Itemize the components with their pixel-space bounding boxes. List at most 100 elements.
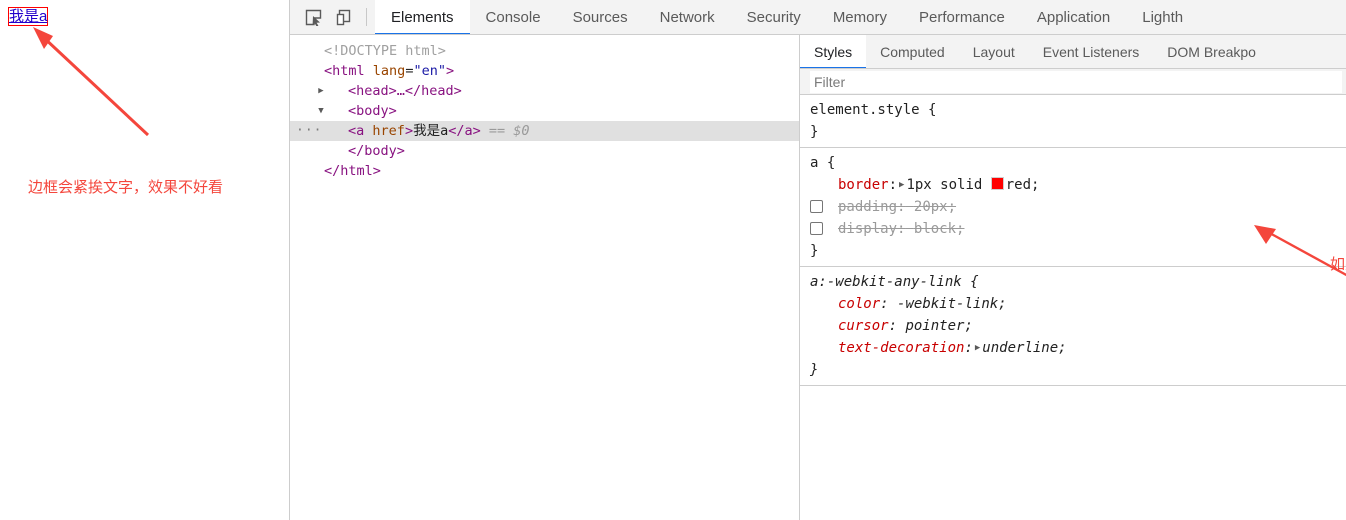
tab-lighthouse[interactable]: Lighth [1126,0,1199,34]
declaration-color[interactable]: color: -webkit-link; [800,293,1346,315]
css-rule-webkit-any-link: a:-webkit-any-link { color: -webkit-link… [800,267,1346,386]
tab-sources[interactable]: Sources [557,0,644,34]
styles-filter-bar [800,69,1346,95]
tab-memory[interactable]: Memory [817,0,903,34]
dom-row-html-open[interactable]: <html lang="en"> [290,61,799,81]
text-decoration-prop-name: text-decoration [838,340,965,356]
annotation-arrow-page [33,27,150,137]
more-options-icon[interactable]: ··· [296,124,321,137]
body-open-text: <body> [348,103,397,119]
a-attr-href: href [372,123,405,139]
html-tag-name: html [332,63,365,79]
padding-enable-checkbox[interactable] [810,200,823,213]
dom-row-head[interactable]: ▶ <head>…</head> [290,81,799,101]
html-open-lt: < [324,63,333,79]
rendered-page-pane: 我是a 边框会紧挨文字，效果不好看 [0,0,290,520]
cursor-value: pointer; [905,318,973,334]
declaration-padding[interactable]: padding: 20px; [800,196,1346,218]
toolbar-icon-group [290,0,375,34]
tab-security[interactable]: Security [731,0,817,34]
tab-layout[interactable]: Layout [959,35,1029,68]
html-open-gt: > [445,63,455,79]
chevron-right-icon[interactable]: ▶ [316,81,326,101]
declaration-cursor[interactable]: cursor: pointer; [800,315,1346,337]
color-swatch-red[interactable] [990,177,1004,190]
chevron-down-icon[interactable]: ▼ [316,101,326,121]
css-rule-a: a { border: ▶ 1px solid red; padding: 20px… [800,148,1346,267]
a-close-tag: </a> [448,123,481,139]
element-style-close-brace: } [810,124,819,140]
tab-application-label: Application [1036,8,1111,26]
dom-row-body-close[interactable]: </body> [290,141,799,161]
styles-annotation-text: 如果不设置padding [1330,256,1346,273]
text-decoration-colon: : [964,340,973,356]
device-toolbar-icon[interactable] [328,9,358,26]
tab-performance[interactable]: Performance [903,0,1021,34]
cursor-colon: : [888,318,898,334]
tab-dom-breakpoints-label: DOM Breakpo [1167,43,1256,60]
rule-close-line: } [800,240,1346,262]
tab-elements[interactable]: Elements [375,0,470,34]
a-dollar-ref: == $0 [488,123,530,139]
styles-filter-input[interactable] [810,70,1342,93]
screenshot-root: 我是a 边框会紧挨文字，效果不好看 Elements Console Sourc… [0,0,1346,520]
padding-value: 20px; [913,199,957,215]
border-value-prefix: 1px solid [906,177,983,193]
tab-security-label: Security [746,8,801,26]
html-attr-name: lang [372,63,406,79]
border-color-keyword: red; [1005,177,1040,193]
rule-close-line: } [800,359,1346,381]
panel-tab-strip: Elements Console Sources Network Securit… [375,0,1346,34]
devtools-toolbar: Elements Console Sources Network Securit… [290,0,1346,35]
tab-computed[interactable]: Computed [866,35,959,68]
device-toolbar-glyph [336,9,350,25]
tab-network-label: Network [659,8,715,26]
rule-selector-line[interactable]: a:-webkit-any-link { [800,271,1346,293]
tab-styles[interactable]: Styles [800,35,867,68]
page-annotation-text: 边框会紧挨文字，效果不好看 [28,179,224,196]
a-selector: a { [810,155,836,171]
a-open-lt: < [348,123,357,139]
padding-prop-name: padding [838,199,898,215]
tab-event-listeners-label: Event Listeners [1042,43,1140,60]
display-value: block; [913,221,965,237]
tab-console-label: Console [485,8,541,26]
declaration-display[interactable]: display: block; [800,218,1346,240]
css-rules-area: element.style { } a { border: ▶ 1px solid … [800,95,1346,520]
doctype-text: <!DOCTYPE html> [324,43,446,59]
webkit-any-link-selector: a:-webkit-any-link { [810,274,979,290]
declaration-text-decoration[interactable]: text-decoration: ▶ underline; [800,337,1346,359]
border-prop-name: border [838,177,889,193]
cursor-prop-name: cursor [838,318,889,334]
dom-row-doctype[interactable]: <!DOCTYPE html> [290,41,799,61]
css-rule-element-style: element.style { } [800,95,1346,148]
tab-styles-label: Styles [814,43,853,60]
chevron-right-icon[interactable]: ▶ [973,343,982,353]
head-collapsed-text: <head>…</head> [348,83,462,99]
html-attr-value: "en" [413,63,446,79]
tab-console[interactable]: Console [470,0,557,34]
devtools-window: Elements Console Sources Network Securit… [290,0,1346,520]
rule-selector-line[interactable]: a { [800,152,1346,174]
display-enable-checkbox[interactable] [810,222,823,235]
dom-row-body-open[interactable]: ▼ <body> [290,101,799,121]
tab-lighthouse-label: Lighth [1142,8,1184,26]
rule-selector-line[interactable]: element.style { [800,99,1346,121]
color-value: -webkit-link; [897,296,1007,312]
tab-dom-breakpoints[interactable]: DOM Breakpo [1153,35,1270,68]
dom-row-html-close[interactable]: </html> [290,161,799,181]
tab-application[interactable]: Application [1021,0,1126,34]
a-inner-text: 我是a [413,123,449,139]
tab-network[interactable]: Network [644,0,731,34]
color-prop-name: color [838,296,881,312]
dom-row-anchor-selected[interactable]: ··· <a href>我是a</a> == $0 [290,121,799,141]
tab-event-listeners[interactable]: Event Listeners [1029,35,1154,68]
declaration-border[interactable]: border: ▶ 1px solid red; [800,174,1346,196]
inspect-element-icon[interactable] [298,9,328,26]
border-colon: : [888,177,898,193]
display-prop-name: display [838,221,898,237]
color-colon: : [880,296,889,312]
page-anchor-link[interactable]: 我是a [8,7,49,26]
tab-performance-label: Performance [918,8,1005,26]
tab-computed-label: Computed [880,43,945,60]
